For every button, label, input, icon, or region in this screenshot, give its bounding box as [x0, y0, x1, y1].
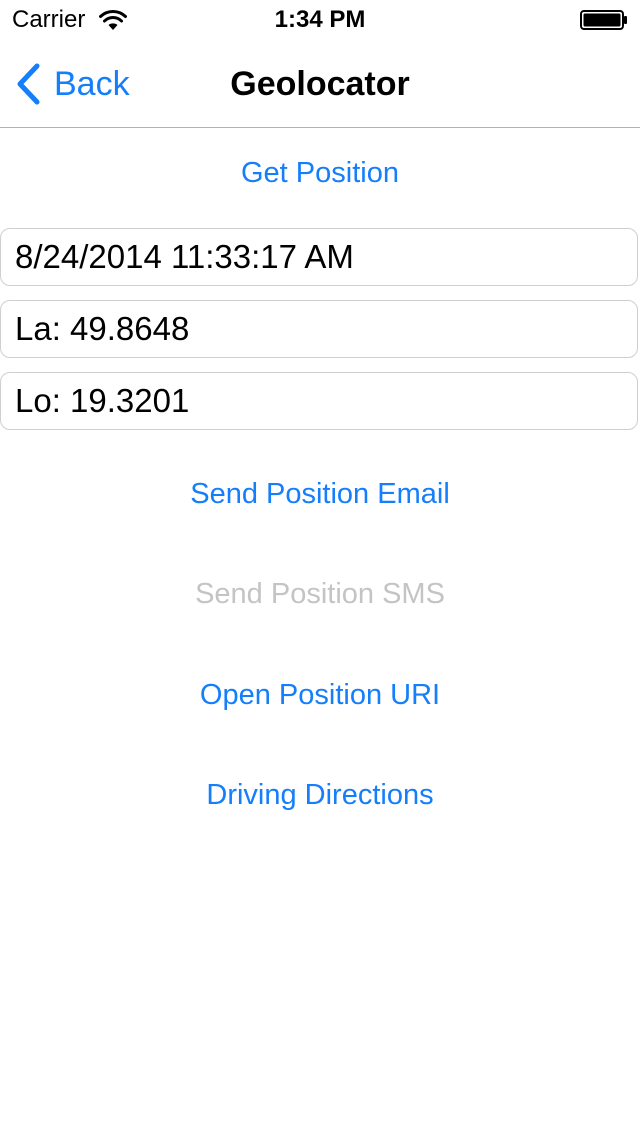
get-position-button[interactable]: Get Position: [0, 153, 640, 193]
status-bar: Carrier 1:34 PM: [0, 0, 640, 40]
longitude-field[interactable]: [0, 372, 638, 430]
timestamp-field[interactable]: [0, 228, 638, 286]
status-time: 1:34 PM: [274, 6, 366, 33]
send-position-email-button[interactable]: Send Position Email: [0, 474, 640, 514]
latitude-field[interactable]: [0, 300, 638, 358]
battery-icon: [580, 10, 627, 30]
driving-directions-button[interactable]: Driving Directions: [0, 775, 640, 815]
send-position-sms-button[interactable]: Send Position SMS: [0, 574, 640, 614]
navigation-bar: Back Geolocator: [0, 40, 640, 128]
page-title: Geolocator: [230, 65, 410, 103]
open-position-uri-button[interactable]: Open Position URI: [0, 675, 640, 715]
